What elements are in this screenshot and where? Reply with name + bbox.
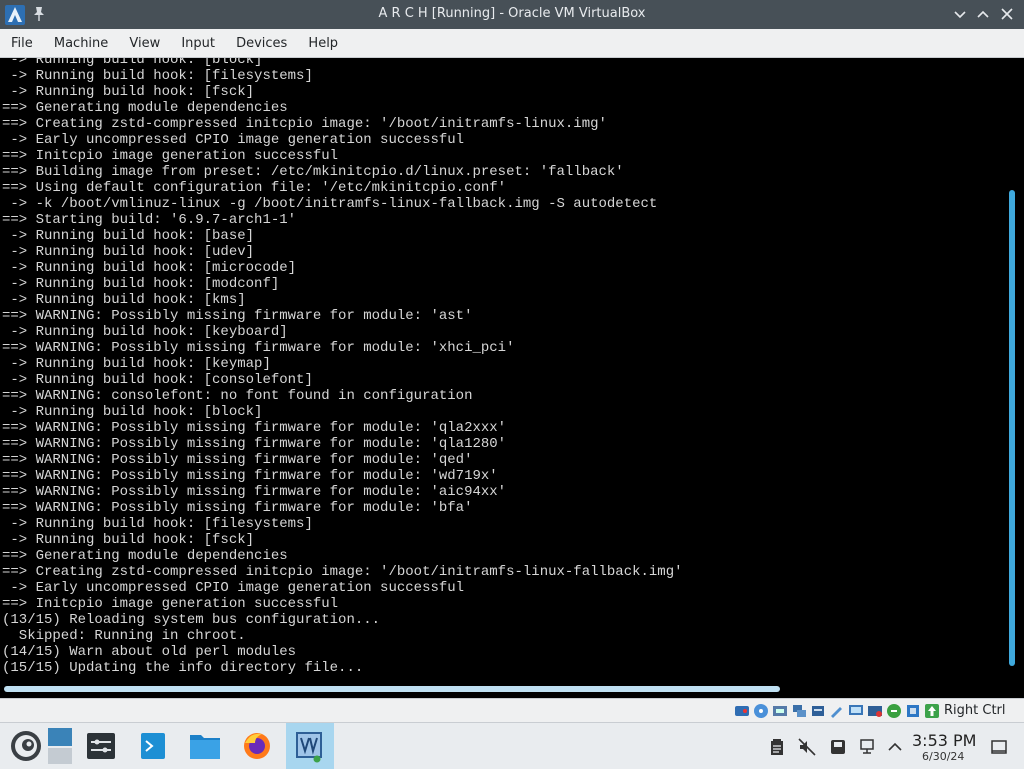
console-line: -> Running build hook: [modconf] bbox=[2, 276, 280, 292]
optical-drive-icon[interactable] bbox=[753, 703, 769, 719]
show-desktop-icon[interactable] bbox=[990, 738, 1008, 756]
vertical-scrollbar[interactable] bbox=[1009, 190, 1015, 666]
host-key-label[interactable]: Right Ctrl bbox=[944, 703, 1006, 718]
pager-icon[interactable] bbox=[46, 723, 76, 769]
hard-disk-icon[interactable] bbox=[734, 703, 750, 719]
console-line: -> Running build hook: [block] bbox=[2, 58, 263, 68]
mouse-integration-icon[interactable] bbox=[886, 703, 902, 719]
console-line: ==> Generating module dependencies bbox=[2, 100, 288, 116]
console-line: ==> Initcpio image generation successful bbox=[2, 148, 339, 164]
vm-status-bar: Right Ctrl bbox=[0, 698, 1024, 723]
console-line: ==> WARNING: Possibly missing firmware f… bbox=[2, 468, 498, 484]
host-key-arrow-icon[interactable] bbox=[924, 703, 940, 719]
konsole-icon[interactable] bbox=[138, 723, 168, 769]
console-line: (15/15) Updating the info directory file… bbox=[2, 660, 364, 676]
storage-icon[interactable] bbox=[829, 738, 847, 756]
menu-file[interactable]: File bbox=[3, 29, 41, 57]
show-hidden-icon[interactable] bbox=[886, 738, 904, 756]
console-line: -> Running build hook: [kms] bbox=[2, 292, 246, 308]
console-line: -> Running build hook: [fsck] bbox=[2, 84, 255, 100]
console-line: ==> Creating zstd-compressed initcpio im… bbox=[2, 116, 607, 132]
console-line: ==> Building image from preset: /etc/mki… bbox=[2, 164, 624, 180]
console-line: -> Running build hook: [keyboard] bbox=[2, 324, 288, 340]
console-line: -> Running build hook: [microcode] bbox=[2, 260, 297, 276]
menu-devices[interactable]: Devices bbox=[228, 29, 295, 57]
menu-view[interactable]: View bbox=[121, 29, 168, 57]
taskbar: 3:53 PM 6/30/24 bbox=[0, 722, 1024, 769]
console-line: ==> WARNING: Possibly missing firmware f… bbox=[2, 308, 473, 324]
volume-muted-icon[interactable] bbox=[798, 738, 816, 756]
menu-help[interactable]: Help bbox=[300, 29, 346, 57]
console-line: (13/15) Reloading system bus configurati… bbox=[2, 612, 381, 628]
console-line: -> Running build hook: [block] bbox=[2, 404, 263, 420]
firefox-icon[interactable] bbox=[240, 723, 274, 769]
shared-folders-icon[interactable] bbox=[829, 703, 845, 719]
console-line: -> Running build hook: [filesystems] bbox=[2, 516, 313, 532]
usb-icon[interactable] bbox=[810, 703, 826, 719]
console-line: ==> WARNING: Possibly missing firmware f… bbox=[2, 452, 473, 468]
minimize-icon[interactable] bbox=[951, 5, 969, 23]
display-icon[interactable] bbox=[848, 703, 864, 719]
clock-date[interactable]: 6/30/24 bbox=[922, 750, 964, 763]
dolphin-icon[interactable] bbox=[188, 723, 222, 769]
console-line: ==> Creating zstd-compressed initcpio im… bbox=[2, 564, 683, 580]
console-output: -> Running build hook: [block] -> Runnin… bbox=[2, 58, 683, 676]
clock-time[interactable]: 3:53 PM bbox=[912, 731, 976, 750]
close-icon[interactable] bbox=[998, 5, 1016, 23]
console-line: -> Early uncompressed CPIO image generat… bbox=[2, 132, 465, 148]
console-line: ==> WARNING: Possibly missing firmware f… bbox=[2, 420, 507, 436]
window-title: A R C H [Running] - Oracle VM VirtualBox bbox=[378, 6, 646, 21]
console-line: -> Running build hook: [keymap] bbox=[2, 356, 271, 372]
horizontal-scrollbar[interactable] bbox=[4, 686, 780, 692]
console-line: ==> WARNING: Possibly missing firmware f… bbox=[2, 484, 507, 500]
console-line: ==> WARNING: Possibly missing firmware f… bbox=[2, 500, 473, 516]
clipboard-icon[interactable] bbox=[768, 738, 786, 756]
console-line: -> Running build hook: [base] bbox=[2, 228, 255, 244]
menu-machine[interactable]: Machine bbox=[46, 29, 116, 57]
console-line: -> Running build hook: [udev] bbox=[2, 244, 255, 260]
settings-icon[interactable] bbox=[86, 723, 116, 769]
application-launcher-icon[interactable] bbox=[4, 723, 44, 769]
virtualbox-task-active[interactable] bbox=[286, 723, 334, 769]
console-line: ==> Initcpio image generation successful bbox=[2, 596, 339, 612]
menu-input[interactable]: Input bbox=[173, 29, 223, 57]
console-line: -> Running build hook: [fsck] bbox=[2, 532, 255, 548]
window-titlebar[interactable]: A R C H [Running] - Oracle VM VirtualBox bbox=[0, 0, 1024, 29]
virtualbox-icon bbox=[296, 732, 322, 763]
console-line: ==> Using default configuration file: '/… bbox=[2, 180, 507, 196]
network-icon[interactable] bbox=[791, 703, 807, 719]
console-line: ==> Starting build: '6.9.7-arch1-1' bbox=[2, 212, 297, 228]
audio-icon[interactable] bbox=[772, 703, 788, 719]
console-line: -> -k /boot/vmlinuz-linux -g /boot/initr… bbox=[2, 196, 658, 212]
console-line: -> Running build hook: [consolefont] bbox=[2, 372, 313, 388]
console-line: -> Running build hook: [filesystems] bbox=[2, 68, 313, 84]
console-line: ==> Generating module dependencies bbox=[2, 548, 288, 564]
console-line: -> Early uncompressed CPIO image generat… bbox=[2, 580, 465, 596]
console-line: ==> WARNING: Possibly missing firmware f… bbox=[2, 340, 515, 356]
console-line: Skipped: Running in chroot. bbox=[2, 628, 246, 644]
maximize-icon[interactable] bbox=[974, 5, 992, 23]
console-line: ==> WARNING: consolefont: no font found … bbox=[2, 388, 473, 404]
menu-bar: File Machine View Input Devices Help bbox=[0, 29, 1024, 58]
cpu-icon[interactable] bbox=[905, 703, 921, 719]
console-line: (14/15) Warn about old perl modules bbox=[2, 644, 297, 660]
recording-icon[interactable] bbox=[867, 703, 883, 719]
vm-console-screen[interactable]: -> Running build hook: [block] -> Runnin… bbox=[0, 58, 1024, 698]
console-line: ==> WARNING: Possibly missing firmware f… bbox=[2, 436, 507, 452]
network-icon[interactable] bbox=[858, 738, 876, 756]
